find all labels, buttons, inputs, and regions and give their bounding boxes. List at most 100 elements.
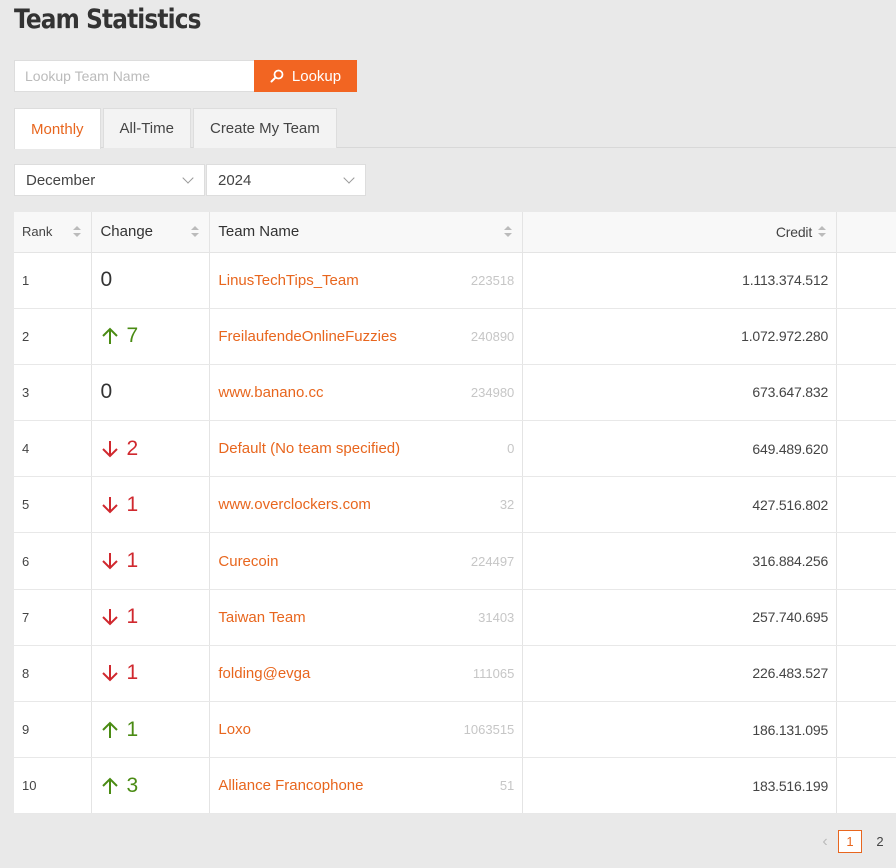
rank-cell: 4 — [14, 420, 93, 478]
tab-bar: Monthly All-Time Create My Team — [14, 108, 896, 149]
page-button[interactable]: 2 — [868, 830, 892, 853]
table-row: 6 1 Curecoin 224497 316.884.256 — [14, 532, 896, 590]
change-indicator: 1 — [100, 549, 201, 573]
extra-cell — [836, 364, 896, 422]
team-id: 111065 — [472, 665, 515, 681]
rank-cell: 1 — [14, 252, 93, 309]
rank-cell: 8 — [14, 645, 93, 703]
page-title: Team Statistics — [14, 4, 201, 35]
team-name-link[interactable]: LinusTechTips_Team — [218, 272, 358, 289]
search-bar: Lookup — [14, 60, 357, 92]
change-cell: 2 — [91, 420, 211, 478]
rank-cell: 3 — [14, 364, 93, 422]
rank-cell: 10 — [14, 757, 93, 815]
credit-cell: 257.740.695 — [522, 589, 838, 646]
credit-cell: 673.647.832 — [522, 364, 838, 422]
credit-cell: 427.516.802 — [522, 476, 838, 534]
table-row: 3 0 www.banano.cc 234980 673.647.832 — [14, 364, 896, 422]
team-cell: Taiwan Team 31403 — [209, 589, 524, 646]
team-cell: Default (No team specified) 0 — [209, 420, 524, 478]
change-indicator: 1 — [100, 605, 201, 629]
change-cell: 1 — [91, 532, 211, 590]
table-row: 8 1 folding@evga 111065 226.483.527 — [14, 645, 896, 703]
team-name-header[interactable]: Team Name — [209, 212, 524, 253]
change-cell: 0 — [91, 252, 211, 309]
tab-all-time[interactable]: All-Time — [102, 108, 191, 148]
month-select[interactable]: December — [14, 164, 205, 196]
table-row: 9 1 Loxo 1063515 186.131.095 — [14, 701, 896, 759]
year-select[interactable]: 2024 — [206, 164, 366, 196]
team-id: 32 — [499, 497, 515, 513]
rank-cell: 2 — [14, 308, 93, 365]
arrow-down-icon — [102, 553, 119, 570]
lookup-button[interactable]: Lookup — [254, 60, 357, 92]
team-id: 240890 — [470, 328, 515, 344]
rank-header[interactable]: Rank — [14, 212, 93, 253]
change-cell: 0 — [91, 364, 211, 422]
team-id: 0 — [507, 441, 515, 457]
lookup-button-label: Lookup — [291, 67, 342, 85]
extra-cell — [836, 645, 896, 703]
team-id: 223518 — [470, 272, 515, 288]
sort-icon[interactable] — [73, 226, 82, 238]
table-header-row: Rank Change Team Name Credit — [14, 212, 896, 253]
change-indicator: 1 — [100, 493, 201, 517]
team-name-link[interactable]: Curecoin — [218, 553, 278, 570]
table-row: 1 0 LinusTechTips_Team 223518 1.113.374.512 — [14, 252, 896, 309]
extra-cell — [836, 757, 896, 815]
tab-create-my-team[interactable]: Create My Team — [192, 108, 337, 148]
team-id: 224497 — [470, 553, 515, 569]
chevron-down-icon — [343, 171, 355, 184]
extra-cell — [836, 308, 896, 365]
table-row: 10 3 Alliance Francophone 51 183.516.199 — [14, 757, 896, 815]
arrow-up-icon — [102, 327, 119, 345]
team-name-link[interactable]: folding@evga — [218, 665, 310, 682]
team-id: 31403 — [478, 609, 515, 625]
team-name-link[interactable]: Default (No team specified) — [218, 440, 400, 457]
credit-header[interactable]: Credit — [522, 212, 838, 253]
year-select-value: 2024 — [218, 171, 252, 189]
change-indicator: 2 — [100, 437, 201, 461]
team-cell: Loxo 1063515 — [209, 701, 524, 759]
table-row: 4 2 Default (No team specified) 0 649.489.62… — [14, 420, 896, 478]
table-row: 5 1 www.overclockers.com 32 427.516.802 — [14, 476, 896, 534]
arrow-down-icon — [102, 665, 119, 682]
team-name-link[interactable]: Alliance Francophone — [218, 777, 363, 794]
change-header[interactable]: Change — [91, 212, 211, 253]
team-cell: Alliance Francophone 51 — [209, 757, 524, 815]
change-cell: 1 — [91, 589, 211, 646]
extra-header — [836, 212, 896, 253]
team-cell: FreilaufendeOnlineFuzzies 240890 — [209, 308, 524, 365]
sort-icon[interactable] — [818, 226, 827, 238]
credit-cell: 649.489.620 — [522, 420, 838, 478]
change-indicator: 1 — [100, 661, 201, 685]
tab-monthly[interactable]: Monthly — [14, 108, 101, 149]
team-name-link[interactable]: www.banano.cc — [218, 384, 323, 401]
team-name-link[interactable]: FreilaufendeOnlineFuzzies — [218, 328, 396, 345]
arrow-down-icon — [102, 440, 119, 458]
arrow-down-icon — [102, 496, 119, 514]
arrow-up-icon — [102, 777, 119, 794]
extra-cell — [836, 420, 896, 478]
sort-icon[interactable] — [191, 226, 200, 238]
change-indicator: 0 — [100, 380, 113, 404]
team-cell: www.overclockers.com 32 — [209, 476, 524, 534]
table-row: 2 7 FreilaufendeOnlineFuzzies 240890 1.072.9… — [14, 308, 896, 365]
extra-cell — [836, 252, 896, 309]
sort-icon[interactable] — [504, 226, 513, 238]
search-input[interactable] — [14, 60, 254, 92]
team-cell: LinusTechTips_Team 223518 — [209, 252, 524, 309]
credit-cell: 226.483.527 — [522, 645, 838, 703]
credit-cell: 183.516.199 — [522, 757, 838, 815]
page-button[interactable]: 1 — [838, 830, 862, 853]
extra-cell — [836, 532, 896, 590]
team-name-link[interactable]: Taiwan Team — [218, 609, 305, 626]
change-cell: 3 — [91, 757, 211, 815]
chevron-down-icon — [182, 171, 194, 184]
credit-cell: 316.884.256 — [522, 532, 838, 590]
team-name-link[interactable]: www.overclockers.com — [218, 496, 371, 513]
change-cell: 1 — [91, 476, 211, 534]
chevron-left-icon[interactable]: ‹ — [818, 833, 832, 851]
team-name-link[interactable]: Loxo — [218, 721, 251, 738]
change-indicator: 3 — [100, 774, 201, 798]
